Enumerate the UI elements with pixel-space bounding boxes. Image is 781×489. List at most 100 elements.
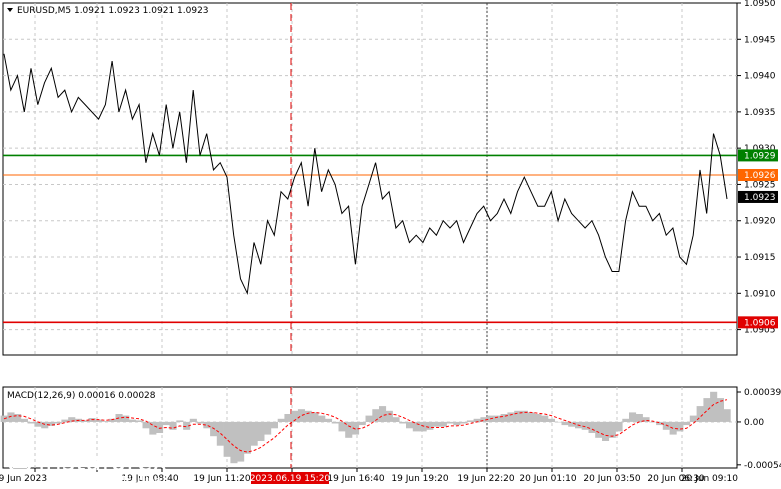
macd-y-tick-label: 0.00039 bbox=[744, 388, 781, 398]
level-tag: 1.0906 bbox=[744, 318, 776, 328]
macd-bar bbox=[365, 415, 373, 422]
macd-y-axis: 0.00039 0.00 -0.00054 bbox=[737, 388, 781, 471]
macd-bar bbox=[710, 391, 718, 422]
chart-header: EURUSD,M5 1.0921 1.0923 1.0921 1.0923 bbox=[7, 6, 209, 16]
macd-bar bbox=[561, 421, 569, 426]
macd-bar bbox=[602, 421, 610, 441]
x-tick-label: 19 Jun 16:40 bbox=[327, 474, 384, 484]
macd-bar bbox=[304, 410, 312, 422]
y-tick-label: 1.0925 bbox=[744, 180, 776, 190]
macd-bar bbox=[311, 412, 319, 422]
macd-bar bbox=[318, 415, 326, 422]
macd-bar bbox=[196, 421, 204, 424]
chart-title: EURUSD,M5 1.0921 1.0923 1.0921 1.0923 bbox=[17, 6, 209, 16]
macd-bar bbox=[689, 415, 697, 422]
x-tick-label: 19 Jun 11:20 bbox=[193, 474, 250, 484]
level-tag: 1.0926 bbox=[744, 171, 776, 181]
macd-y-tick-label: -0.00054 bbox=[744, 461, 781, 471]
highlighted-time-label: 2023.06.19 15:20 bbox=[250, 474, 331, 484]
macd-y-tick-label: 0.00 bbox=[744, 418, 764, 428]
macd-bar bbox=[507, 412, 515, 422]
macd-bar bbox=[412, 421, 420, 432]
macd-bar bbox=[635, 414, 643, 422]
macd-bar bbox=[446, 421, 454, 424]
macd-bar bbox=[419, 421, 427, 432]
y-tick-label: 1.0910 bbox=[744, 289, 776, 299]
macd-title: MACD(12,26,9) 0.00016 0.00028 bbox=[7, 391, 156, 401]
macd-bar bbox=[703, 398, 711, 422]
macd-bar bbox=[439, 421, 447, 427]
macd-bar bbox=[284, 414, 292, 422]
macd-bar bbox=[122, 415, 130, 422]
macd-bar bbox=[426, 421, 434, 430]
macd-bar bbox=[297, 409, 305, 422]
macd-bar bbox=[466, 420, 474, 422]
macd-bar bbox=[20, 418, 28, 422]
macd-bar bbox=[331, 421, 339, 424]
y-tick-label: 1.0935 bbox=[744, 108, 776, 118]
macd-bar bbox=[649, 421, 657, 423]
price-y-axis: 1.09501.09451.09401.09351.09301.09251.09… bbox=[737, 0, 778, 336]
y-tick-label: 1.0940 bbox=[744, 72, 776, 82]
macd-bar bbox=[250, 421, 258, 446]
macd-bar bbox=[683, 421, 691, 426]
macd-bar bbox=[162, 421, 170, 426]
macd-bar bbox=[237, 421, 245, 462]
macd-bar bbox=[676, 421, 684, 432]
macd-bar bbox=[34, 421, 42, 427]
macd-bar bbox=[460, 421, 468, 424]
macd-bar bbox=[270, 421, 278, 429]
current-price-tag: 1.0923 bbox=[744, 193, 776, 203]
macd-bar bbox=[453, 421, 461, 426]
y-tick-label: 1.0945 bbox=[744, 35, 776, 45]
macd-bar bbox=[358, 421, 366, 426]
macd-bar bbox=[210, 421, 218, 437]
macd-bar bbox=[723, 409, 731, 422]
macd-bar bbox=[541, 415, 549, 422]
y-tick-label: 1.0920 bbox=[744, 217, 776, 227]
macd-bar bbox=[14, 414, 22, 422]
macd-bar bbox=[135, 420, 143, 422]
macd-bar bbox=[399, 421, 407, 424]
macd-bar bbox=[379, 406, 387, 422]
macd-bar bbox=[534, 414, 542, 422]
macd-bar bbox=[325, 418, 333, 422]
x-tick-label: 20 Jun 03:50 bbox=[583, 474, 640, 484]
macd-bar bbox=[500, 414, 508, 422]
macd-bar bbox=[527, 412, 535, 422]
macd-bar bbox=[622, 418, 630, 422]
macd-bar bbox=[27, 421, 35, 424]
macd-bar bbox=[169, 421, 177, 430]
watermark-brand: instaforex bbox=[38, 447, 167, 477]
macd-bar bbox=[257, 421, 265, 441]
price-pane-frame bbox=[2, 2, 738, 356]
macd-bar bbox=[608, 421, 616, 438]
macd-bar bbox=[554, 421, 562, 423]
macd-bar bbox=[264, 421, 272, 435]
watermark-tagline: Instant Forex Trading bbox=[46, 474, 162, 487]
price-pane[interactable]: 1.09501.09451.09401.09351.09301.09251.09… bbox=[2, 0, 778, 356]
macd-bar bbox=[588, 421, 596, 433]
macd-bar bbox=[595, 421, 603, 438]
macd-bar bbox=[568, 421, 576, 427]
macd-bar bbox=[406, 421, 414, 429]
macd-bar bbox=[392, 417, 400, 422]
macd-bar bbox=[433, 421, 441, 427]
macd-bar bbox=[385, 410, 393, 422]
macd-bar bbox=[189, 418, 197, 422]
x-tick-label: 20 Jun 09:10 bbox=[681, 474, 738, 484]
macd-bar bbox=[142, 421, 150, 429]
y-tick-label: 1.0915 bbox=[744, 253, 776, 263]
macd-bar bbox=[547, 418, 555, 422]
macd-bar bbox=[156, 421, 164, 433]
level-tag: 1.0929 bbox=[744, 151, 776, 161]
macd-bar bbox=[7, 412, 15, 422]
macd-bar bbox=[243, 421, 251, 454]
macd-bar bbox=[615, 421, 623, 432]
macd-bar bbox=[54, 421, 62, 424]
macd-bar bbox=[230, 421, 238, 464]
macd-bar bbox=[129, 419, 137, 422]
macd-bar bbox=[629, 412, 637, 422]
macd-bar bbox=[223, 421, 231, 457]
y-tick-label: 1.0950 bbox=[744, 0, 776, 9]
